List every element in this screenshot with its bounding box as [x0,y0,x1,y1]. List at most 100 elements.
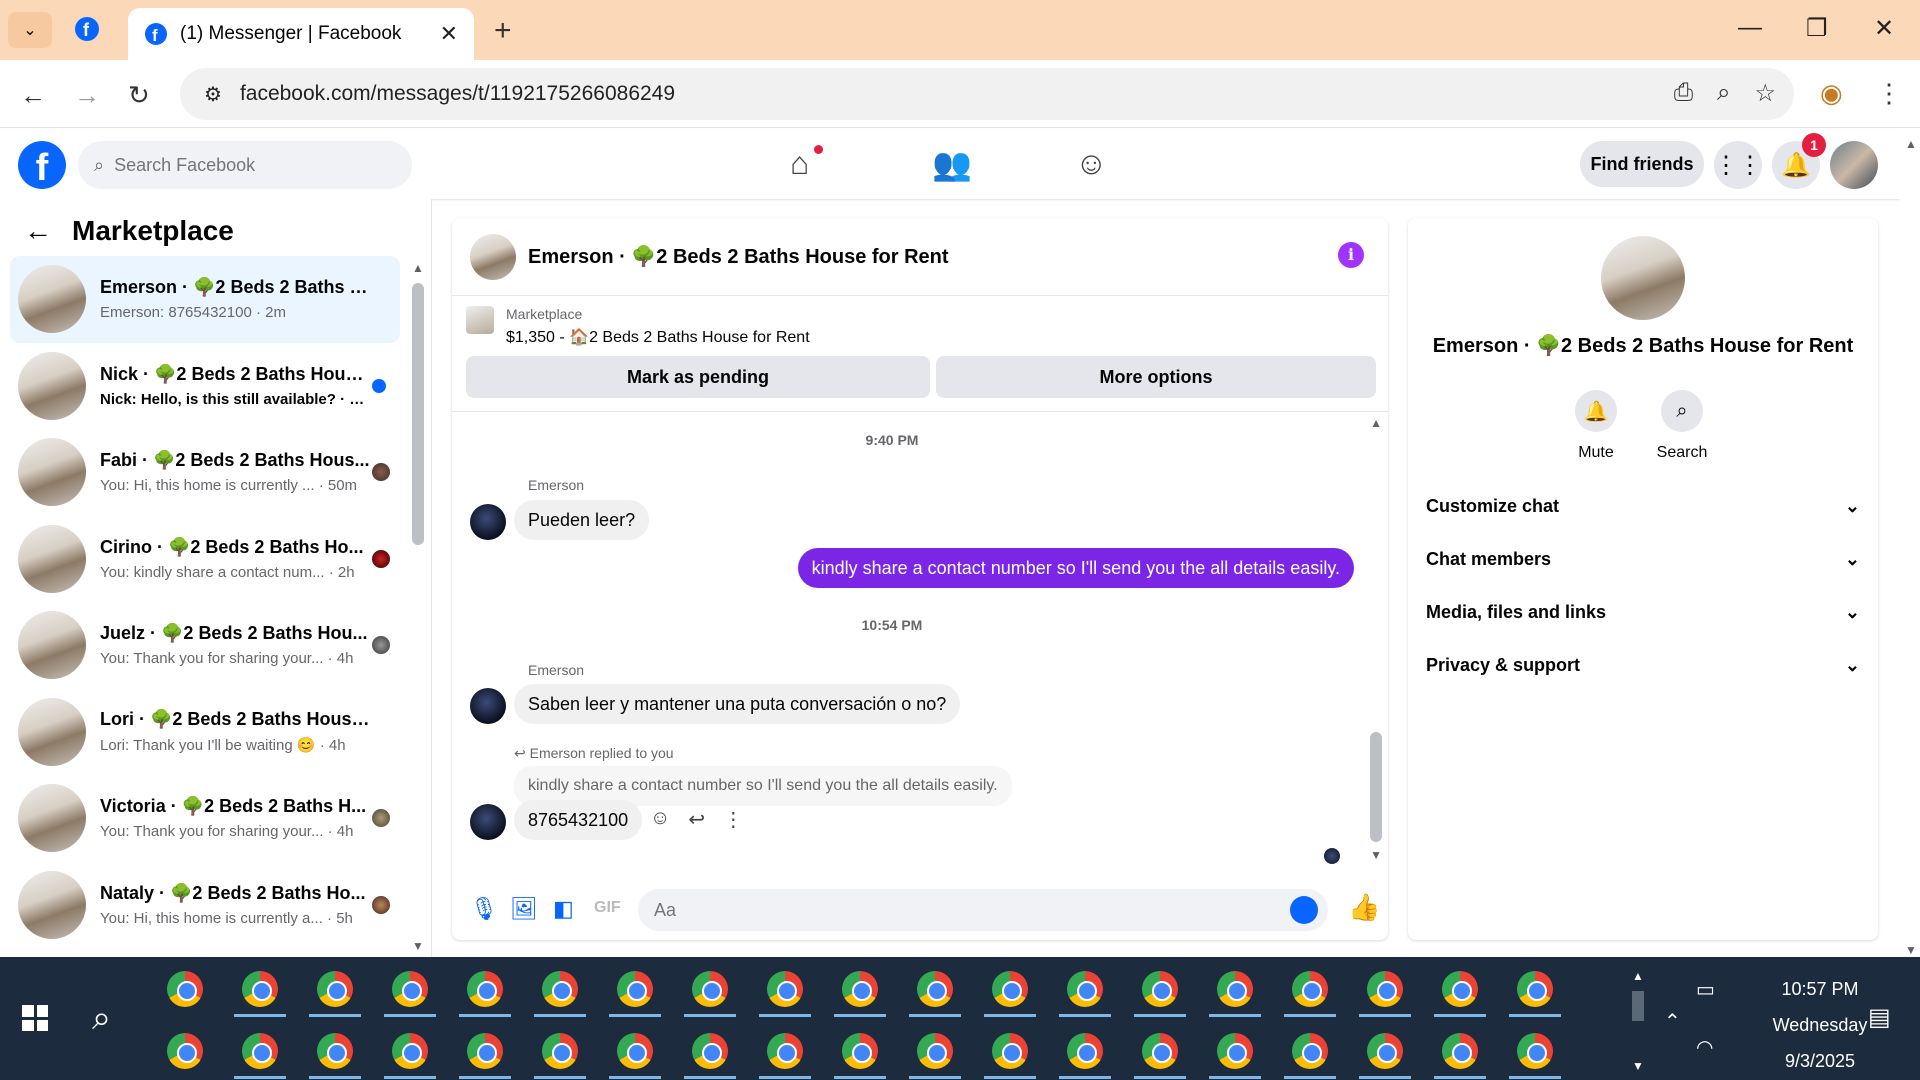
scroll-up-arrow-icon[interactable]: ▲ [1905,137,1917,151]
scroll-down-arrow-icon[interactable]: ▼ [412,939,424,953]
mute-button[interactable]: 🔔 Mute [1561,390,1631,462]
new-tab-button[interactable]: + [494,14,512,48]
search-button[interactable]: ⌕ Search [1647,390,1717,462]
wifi-icon[interactable]: ◠ [1696,1035,1713,1060]
chrome-taskbar-icon[interactable] [1217,971,1253,1007]
chrome-taskbar-icon[interactable] [467,1033,503,1069]
chrome-taskbar-icon[interactable] [1067,1033,1103,1069]
chrome-taskbar-icon[interactable] [167,971,203,1007]
find-friends-button[interactable]: Find friends [1580,141,1704,187]
friends-icon[interactable]: 👥 [932,145,972,183]
back-arrow-icon[interactable]: ← [24,215,52,247]
pinned-tab-facebook[interactable]: f [74,16,100,47]
conversation-item[interactable]: Lori · 🌳2 Beds 2 Baths House f... Lori: T… [10,689,400,776]
chrome-taskbar-icon[interactable] [1142,971,1178,1007]
sidebar-scrollbar-thumb[interactable] [412,283,424,545]
chrome-taskbar-icon[interactable] [317,971,353,1007]
page-scrollbar[interactable]: ▲ ▼ [1900,129,1920,957]
chrome-taskbar-icon[interactable] [467,971,503,1007]
chrome-taskbar-icon[interactable] [1142,1033,1178,1069]
conversation-item[interactable]: Nick · 🌳2 Beds 2 Baths Hous... Nick: Hell… [10,343,400,430]
sender-avatar[interactable] [470,504,506,540]
mark-as-pending-button[interactable]: Mark as pending [466,356,930,398]
chrome-taskbar-icon[interactable] [167,1033,203,1069]
minimize-button[interactable]: — [1738,14,1762,42]
chrome-taskbar-icon[interactable] [1292,971,1328,1007]
chrome-taskbar-icon[interactable] [992,971,1028,1007]
info-icon[interactable]: i [1338,242,1364,268]
chat-avatar[interactable] [470,233,516,280]
section-privacy-support[interactable]: Privacy & support ⌄ [1426,655,1860,676]
tab-messenger[interactable]: f (1) Messenger | Facebook ✕ [128,8,474,60]
chrome-taskbar-icon[interactable] [1517,971,1553,1007]
chrome-taskbar-icon[interactable] [1367,1033,1403,1069]
close-window-button[interactable]: ✕ [1874,14,1894,43]
scroll-up-arrow-icon[interactable]: ▲ [1370,416,1382,430]
chat-scrollbar-thumb[interactable] [1370,732,1382,842]
reply-icon[interactable]: ↩ [688,807,705,832]
message-input[interactable] [654,899,1254,921]
conversation-item[interactable]: Juelz · 🌳2 Beds 2 Baths Hou... You: Thank… [10,602,400,689]
chrome-taskbar-icon[interactable] [1067,971,1103,1007]
more-options-button[interactable]: More options [936,356,1376,398]
taskbar-search-icon[interactable]: ⌕ [92,999,111,1038]
outgoing-message[interactable]: kindly share a contact number so I'll se… [797,548,1354,588]
site-info-icon[interactable]: ⚙ [204,82,222,107]
taskbar-scrollbar[interactable]: ▲ ▼ [1632,969,1644,1073]
chrome-taskbar-icon[interactable] [242,971,278,1007]
notifications-icon[interactable]: ▤ [1868,1003,1891,1032]
facebook-logo[interactable]: f [18,141,66,189]
photo-icon[interactable]: 🖼 [510,896,538,922]
chat-title[interactable]: Emerson · 🌳2 Beds 2 Baths House for Rent [528,244,949,269]
chrome-taskbar-icon[interactable] [542,1033,578,1069]
bookmark-star-icon[interactable]: ☆ [1754,79,1776,108]
conversation-item[interactable]: Cirino · 🌳2 Beds 2 Baths Ho... You: kindl… [10,516,400,603]
conversation-item[interactable]: Fabi · 🌳2 Beds 2 Baths Hous... You: Hi, t… [10,429,400,516]
tab-search-button[interactable]: ⌄ [8,12,52,48]
chrome-taskbar-icon[interactable] [1292,1033,1328,1069]
chrome-taskbar-icon[interactable] [617,971,653,1007]
chrome-taskbar-icon[interactable] [392,1033,428,1069]
taskbar-scroll-thumb[interactable] [1632,991,1644,1021]
show-hidden-icons-icon[interactable]: ⌃ [1664,1009,1681,1034]
chrome-taskbar-icon[interactable] [542,971,578,1007]
chrome-taskbar-icon[interactable] [992,1033,1028,1069]
profile-icon[interactable]: ◉ [1820,78,1843,109]
chrome-taskbar-icon[interactable] [317,1033,353,1069]
section-media-files-links[interactable]: Media, files and links ⌄ [1426,602,1860,623]
restore-button[interactable]: ❐ [1806,14,1828,43]
search-input[interactable] [114,154,385,176]
scroll-down-arrow-icon[interactable]: ▼ [1632,1059,1644,1073]
scroll-down-arrow-icon[interactable]: ▼ [1905,943,1917,957]
chrome-taskbar-icon[interactable] [242,1033,278,1069]
sender-avatar[interactable] [470,688,506,724]
search-facebook[interactable]: ⌕ [78,141,412,189]
home-icon[interactable]: ⌂ [790,145,823,182]
windows-start-icon[interactable] [22,1005,48,1031]
sender-avatar[interactable] [470,804,506,840]
chrome-taskbar-icon[interactable] [767,971,803,1007]
chrome-taskbar-icon[interactable] [617,1033,653,1069]
chrome-taskbar-icon[interactable] [917,971,953,1007]
groups-icon[interactable]: ☺ [1075,145,1108,182]
scroll-up-arrow-icon[interactable]: ▲ [1632,969,1644,983]
address-bar[interactable]: ⚙ facebook.com/messages/t/11921752660862… [180,68,1794,120]
menu-kebab-icon[interactable]: ⋮ [1876,78,1902,109]
conversation-item[interactable]: Nataly · 🌳2 Beds 2 Baths Ho... You: Hi, t… [10,862,400,949]
gif-icon[interactable]: GIF [594,899,621,917]
microphone-icon[interactable]: 🎙 [470,896,498,922]
scroll-up-arrow-icon[interactable]: ▲ [412,261,424,275]
zoom-icon[interactable]: ⌕ [1717,79,1730,108]
install-app-icon[interactable]: ⎙ [1674,79,1693,108]
menu-grid-icon[interactable]: ⋮⋮ [1714,141,1762,189]
chrome-taskbar-icon[interactable] [1517,1033,1553,1069]
chrome-taskbar-icon[interactable] [1217,1033,1253,1069]
chrome-taskbar-icon[interactable] [1442,1033,1478,1069]
emoji-icon[interactable] [1290,896,1318,924]
chrome-taskbar-icon[interactable] [692,971,728,1007]
chrome-taskbar-icon[interactable] [692,1033,728,1069]
chrome-taskbar-icon[interactable] [842,1033,878,1069]
incoming-message[interactable]: Pueden leer? [514,500,650,540]
section-chat-members[interactable]: Chat members ⌄ [1426,549,1860,570]
sticker-icon[interactable]: ◧ [553,896,574,922]
